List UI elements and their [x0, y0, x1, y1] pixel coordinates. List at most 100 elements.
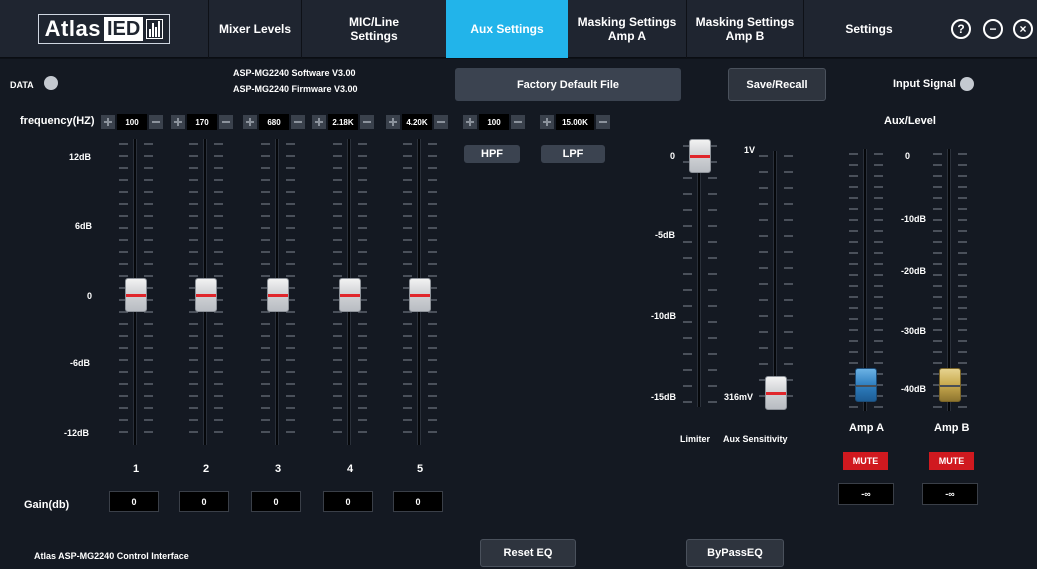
freq-decrease-button[interactable]: [149, 115, 163, 129]
amp-a-level-knob[interactable]: [855, 368, 877, 402]
amp-a-level-value[interactable]: -∞: [838, 483, 894, 505]
fader-mark: [126, 294, 146, 297]
amp-b-level-tick: [958, 164, 967, 166]
eq-band-3-tick: [286, 215, 295, 217]
freq-decrease-button[interactable]: [291, 115, 305, 129]
freq-increase-button[interactable]: [386, 115, 400, 129]
limiter-fader-knob[interactable]: [689, 139, 711, 173]
eq-band-4-tick: [333, 143, 342, 145]
gain-input-2[interactable]: 0: [179, 491, 229, 512]
limiter-tick: [683, 305, 692, 307]
eq-band-2-tick: [189, 395, 198, 397]
amp-a-level-tick: [849, 164, 858, 166]
amp-a-mute-button[interactable]: MUTE: [843, 452, 888, 470]
lpf-button[interactable]: LPF: [541, 145, 605, 163]
aux-sensitivity-track[interactable]: [773, 151, 777, 409]
eq-band-3-tick: [261, 155, 270, 157]
eq-band-5-tick: [403, 179, 412, 181]
tab-aux-settings[interactable]: Aux Settings: [446, 0, 568, 58]
aux-sensitivity-tick: [784, 363, 793, 365]
eq-band-3-tick: [261, 191, 270, 193]
amp-b-level-tick: [958, 186, 967, 188]
tab-masking-settings-amp-b[interactable]: Masking Settings Amp B: [687, 0, 803, 58]
eq-band-1-fader-knob[interactable]: [125, 278, 147, 312]
amp-b-level-knob[interactable]: [939, 368, 961, 402]
eq-band-3-tick: [261, 179, 270, 181]
freq-decrease-button[interactable]: [511, 115, 525, 129]
input-signal-label: Input Signal: [893, 78, 956, 90]
aux-sensitivity-tick: [759, 267, 768, 269]
eq-band-4-fader-knob[interactable]: [339, 278, 361, 312]
freq-decrease-button[interactable]: [434, 115, 448, 129]
hpf-button[interactable]: HPF: [464, 145, 520, 163]
freq-decrease-button[interactable]: [360, 115, 374, 129]
eq-band-5-tick: [428, 383, 437, 385]
amp-b-level-tick: [933, 230, 942, 232]
bypass-eq-button[interactable]: ByPassEQ: [686, 539, 784, 567]
amp-a-level-tick: [849, 362, 858, 364]
limiter-label: Limiter: [680, 434, 711, 444]
frequency-value-4[interactable]: 2.18K: [328, 114, 358, 130]
frequency-value-2[interactable]: 170: [187, 114, 217, 130]
tab-settings[interactable]: Settings: [804, 0, 934, 58]
eq-band-3-tick: [261, 371, 270, 373]
eq-band-2-tick: [214, 191, 223, 193]
aux-sensitivity-fader-knob[interactable]: [765, 376, 787, 410]
eq-band-5-tick: [403, 383, 412, 385]
tab-masking-settings-amp-a[interactable]: Masking Settings Amp A: [568, 0, 686, 58]
gain-input-3[interactable]: 0: [251, 491, 301, 512]
freq-increase-button[interactable]: [171, 115, 185, 129]
amp-b-level-tick: [958, 241, 967, 243]
frequency-value-5[interactable]: 4.20K: [402, 114, 432, 130]
logo-bars-icon: [146, 19, 164, 39]
freq-decrease-button[interactable]: [596, 115, 610, 129]
frequency-value-7[interactable]: 15.00K: [556, 114, 594, 130]
freq-increase-button[interactable]: [463, 115, 477, 129]
amp-a-level-tick: [874, 318, 883, 320]
eq-band-4-tick: [358, 395, 367, 397]
firmware-version: ASP-MG2240 Firmware V3.00: [233, 84, 358, 94]
amp-b-level-value[interactable]: -∞: [922, 483, 978, 505]
eq-band-5-fader-knob[interactable]: [409, 278, 431, 312]
tab-mic-line-settings[interactable]: MIC/Line Settings: [302, 0, 446, 58]
amp-b-level-tick: [958, 197, 967, 199]
frequency-value-3[interactable]: 680: [259, 114, 289, 130]
fader-mark: [268, 294, 288, 297]
eq-band-4-tick: [333, 191, 342, 193]
gain-input-1[interactable]: 0: [109, 491, 159, 512]
eq-band-2-tick: [214, 395, 223, 397]
eq-band-5-tick: [428, 371, 437, 373]
gain-input-5[interactable]: 0: [393, 491, 443, 512]
minimize-icon[interactable]: −: [983, 19, 1003, 39]
amp-a-level-tick: [849, 274, 858, 276]
freq-increase-button[interactable]: [540, 115, 554, 129]
eq-band-5-tick: [403, 191, 412, 193]
eq-band-2-fader-knob[interactable]: [195, 278, 217, 312]
help-icon[interactable]: ?: [951, 19, 971, 39]
eq-band-4-tick: [358, 431, 367, 433]
frequency-value-1[interactable]: 100: [117, 114, 147, 130]
limiter-tick: [683, 401, 692, 403]
fader-mark: [340, 294, 360, 297]
freq-increase-button[interactable]: [312, 115, 326, 129]
tab-mixer-levels[interactable]: Mixer Levels: [209, 0, 301, 58]
freq-decrease-button[interactable]: [219, 115, 233, 129]
reset-eq-button[interactable]: Reset EQ: [480, 539, 576, 567]
limiter-track[interactable]: [697, 141, 701, 407]
amp-a-level-tick: [849, 197, 858, 199]
frequency-value-6[interactable]: 100: [479, 114, 509, 130]
aux-sensitivity-label: Aux Sensitivity: [723, 434, 788, 444]
save-recall-button[interactable]: Save/Recall: [728, 68, 826, 101]
eq-band-3-tick: [286, 179, 295, 181]
eq-band-1-tick: [144, 203, 153, 205]
eq-band-3-tick: [286, 323, 295, 325]
freq-increase-button[interactable]: [243, 115, 257, 129]
limiter-tick: [708, 209, 717, 211]
freq-increase-button[interactable]: [101, 115, 115, 129]
gain-input-4[interactable]: 0: [323, 491, 373, 512]
close-icon[interactable]: ×: [1013, 19, 1033, 39]
amp-b-mute-button[interactable]: MUTE: [929, 452, 974, 470]
eq-band-3-fader-knob[interactable]: [267, 278, 289, 312]
factory-default-file-button[interactable]: Factory Default File: [455, 68, 681, 101]
eq-band-5-tick: [403, 239, 412, 241]
